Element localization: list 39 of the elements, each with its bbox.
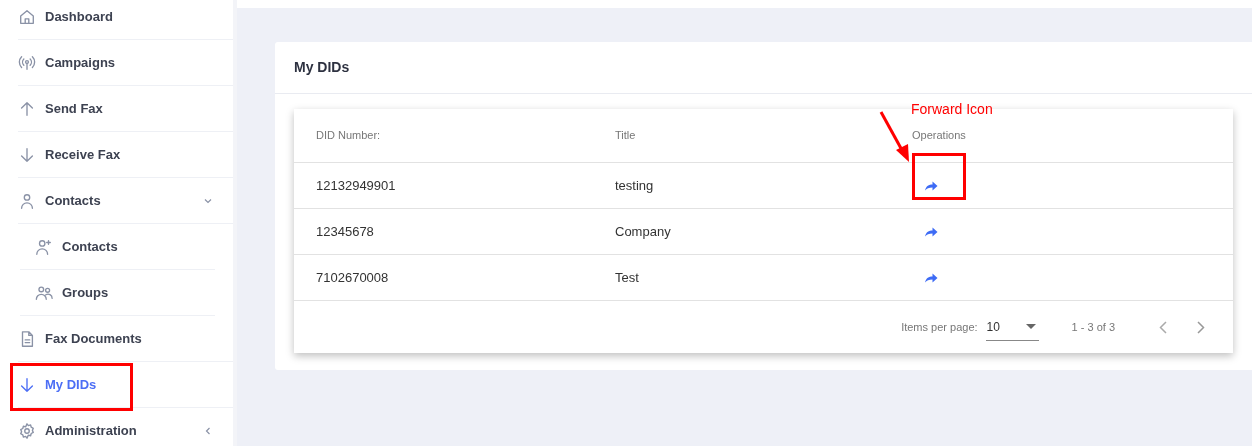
forward-icon[interactable] [924,273,938,284]
table-cell: Test [615,269,639,285]
annotation-label: Forward Icon [911,100,993,119]
card-title: My DIDs [275,42,1252,94]
table-cell: 12132949901 [316,177,396,193]
sidebar-item[interactable]: Receive Fax [18,132,233,178]
sidebar-item[interactable]: Dashboard [18,0,233,40]
forward-icon[interactable] [924,227,938,238]
broadcast-icon [18,53,36,72]
add-person-icon [35,237,53,256]
page-range: 1 - 3 of 3 [1071,319,1115,335]
sidebar-subitem[interactable]: Groups [20,270,215,316]
down-arrow-icon [18,145,36,164]
table-cell: testing [615,177,654,193]
sidebar-item[interactable]: Send Fax [18,86,233,132]
column-header: DID Number: [316,129,381,142]
sidebar-item[interactable]: Administration [18,408,233,446]
page-size-select[interactable]: 10 [985,313,1039,341]
column-header: Operations [912,129,966,142]
people-icon [35,283,53,302]
gear-icon [18,421,36,440]
home-icon [18,7,36,26]
dropdown-caret-icon [1025,324,1036,329]
down-arrow-icon [18,375,36,394]
sidebar-item[interactable]: Contacts [18,178,233,224]
sidebar-subitem[interactable]: Contacts [20,224,215,270]
sidebar-item[interactable]: My DIDs [18,362,233,408]
column-header: Title [615,129,636,142]
table-cell: Company [615,223,671,239]
chevron-right-icon [1197,321,1205,335]
forward-icon[interactable] [924,181,938,192]
table-cell: 7102670008 [316,269,389,285]
person-icon [18,191,36,210]
items-per-page-label: Items per page: [901,319,978,335]
sidebar-item[interactable]: Fax Documents [18,316,233,362]
chevron-left-icon [1159,321,1167,335]
sidebar-item[interactable]: Campaigns [18,40,233,86]
up-arrow-icon [18,99,36,118]
table-cell: 12345678 [316,223,374,239]
